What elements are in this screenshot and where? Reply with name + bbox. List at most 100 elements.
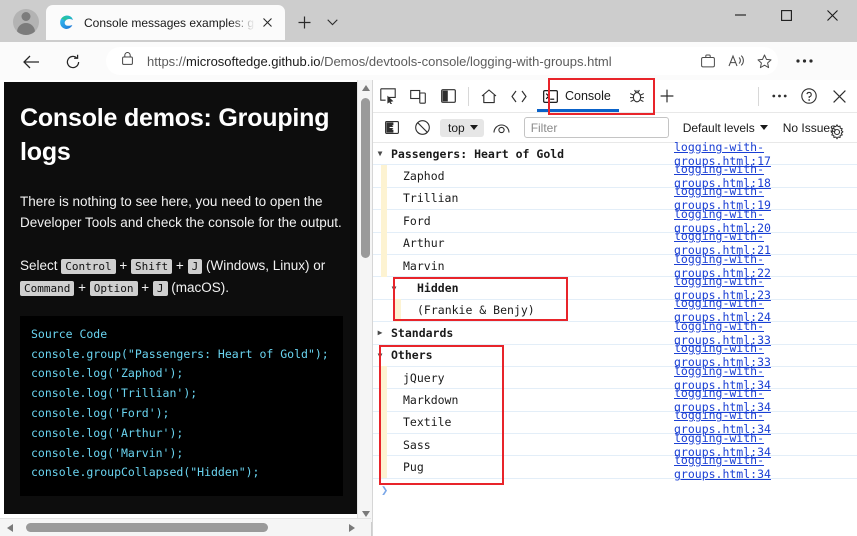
close-devtools-icon[interactable] <box>824 82 854 110</box>
browser-window: Console messages examples: gro https://m… <box>0 0 857 536</box>
elements-code-icon[interactable] <box>504 82 534 110</box>
toolbar-divider-right <box>758 86 759 106</box>
url-bar[interactable]: https://microsoftedge.github.io/Demos/de… <box>106 47 778 75</box>
console-sidebar-icon[interactable] <box>377 114 407 142</box>
console-message-text: Textile <box>403 415 452 430</box>
url-text: https://microsoftedge.github.io/Demos/de… <box>147 53 612 69</box>
new-tab-button[interactable] <box>292 10 316 34</box>
console-message-text: jQuery <box>403 370 445 385</box>
console-message-text: Trillian <box>403 191 459 206</box>
page-hscroll-thumb[interactable] <box>26 523 268 532</box>
profile-button[interactable] <box>10 6 42 38</box>
key-control: Control <box>61 259 116 275</box>
scroll-right-icon[interactable] <box>344 520 360 536</box>
platform-windows: (Windows, Linux) or <box>205 258 326 274</box>
clear-console-icon[interactable] <box>407 114 437 142</box>
window-minimize-button[interactable] <box>718 0 763 30</box>
window-close-button[interactable] <box>810 0 855 30</box>
console-message-text: Markdown <box>403 392 459 407</box>
welcome-home-icon[interactable] <box>474 82 504 110</box>
browser-tab[interactable]: Console messages examples: gro <box>46 5 285 40</box>
browser-settings-button[interactable] <box>790 47 818 75</box>
page-vscroll-thumb[interactable] <box>361 98 370 258</box>
web-page-content: Console demos: Grouping logs There is no… <box>4 82 359 514</box>
console-message-text: Standards <box>391 325 454 340</box>
console-message-text: Arthur <box>403 236 445 251</box>
dock-side-icon[interactable] <box>433 82 463 110</box>
key-command: Command <box>20 281 75 297</box>
chevron-down-icon <box>759 125 768 130</box>
page-vertical-scrollbar[interactable] <box>357 80 372 522</box>
reload-button[interactable] <box>60 49 86 75</box>
console-message-text: Marvin <box>403 258 445 273</box>
page-title: Console demos: Grouping logs <box>20 104 330 166</box>
edge-logo-icon <box>60 15 73 29</box>
console-message-text: Passengers: Heart of Gold <box>391 146 565 161</box>
active-tab-underline <box>537 109 619 112</box>
title-bar: Console messages examples: gro <box>0 0 857 42</box>
toolbar-divider <box>468 86 469 106</box>
console-message-text: Pug <box>403 460 424 475</box>
collections-icon[interactable] <box>694 47 722 75</box>
console-message-text: Ford <box>403 213 431 228</box>
console-message-text: (Frankie & Benjy) <box>417 303 535 318</box>
page-shortcut-line: Select Control + Shift + J (Windows, Lin… <box>20 258 326 297</box>
device-emulation-icon[interactable] <box>403 82 433 110</box>
more-tools-plus-icon[interactable] <box>652 82 682 110</box>
page-horizontal-scrollbar[interactable] <box>0 518 371 536</box>
key-j-win: J <box>187 259 203 275</box>
tab-console-label: Console <box>565 89 611 103</box>
group-collapse-icon[interactable]: ▼ <box>373 149 387 158</box>
page-viewport: Console demos: Grouping logs There is no… <box>0 80 371 536</box>
tab-title: Console messages examples: gro <box>84 15 257 30</box>
chevron-down-icon <box>469 125 478 130</box>
console-terminal-icon <box>543 89 558 103</box>
close-icon[interactable] <box>257 13 277 33</box>
live-expression-icon[interactable] <box>487 114 517 142</box>
platform-mac: (macOS). <box>171 280 230 296</box>
key-shift: Shift <box>131 259 173 275</box>
avatar <box>13 9 39 35</box>
key-option: Option <box>89 281 138 297</box>
help-question-icon[interactable] <box>794 82 824 110</box>
inspect-element-icon[interactable] <box>373 82 403 110</box>
context-selector-label: top <box>448 120 465 135</box>
console-log-list[interactable]: ▼ Passengers: Heart of Gold logging-with-g… <box>373 140 857 534</box>
filter-input[interactable]: Filter <box>523 117 669 138</box>
log-levels-selector[interactable]: Default levels <box>683 121 768 135</box>
console-message-text: Sass <box>403 437 431 452</box>
console-filter-bar: top Filter Default levels No Issues <box>373 113 857 143</box>
shortcut-prefix: Select <box>20 258 58 274</box>
console-source-link[interactable]: logging-with-groups.html:34 <box>674 453 857 481</box>
more-options-icon[interactable] <box>764 82 794 110</box>
code-body: console.group("Passengers: Heart of Gold… <box>31 346 329 480</box>
console-message-text: Hidden <box>417 281 459 296</box>
group-collapse-icon[interactable]: ▼ <box>373 351 387 360</box>
chevron-down-icon[interactable] <box>322 12 342 32</box>
devtools-toolbar-right <box>753 82 854 110</box>
tab-console[interactable]: Console <box>534 81 622 112</box>
window-maximize-button[interactable] <box>764 0 809 30</box>
devtools-panel: Console top Filter Default levels No Iss… <box>372 80 857 536</box>
console-row[interactable]: Pug logging-with-groups.html:34 <box>373 453 857 481</box>
key-j-mac: J <box>152 281 168 297</box>
read-aloud-icon[interactable] <box>722 47 750 75</box>
scroll-up-icon[interactable] <box>358 80 373 96</box>
favorite-star-icon[interactable] <box>750 47 778 75</box>
address-bar: https://microsoftedge.github.io/Demos/de… <box>0 42 857 80</box>
group-expand-icon[interactable]: ▶ <box>373 328 387 337</box>
page-paragraph: There is nothing to see here, you need t… <box>20 193 342 231</box>
console-prompt[interactable]: ❯ <box>373 479 857 501</box>
code-heading: Source Code <box>31 326 108 341</box>
group-collapse-icon[interactable]: ▼ <box>387 284 401 293</box>
lock-icon <box>122 52 133 70</box>
devtools-toolbar: Console <box>373 80 857 113</box>
issues-bug-icon[interactable] <box>622 82 652 110</box>
console-message-text: Zaphod <box>403 169 445 184</box>
back-button[interactable] <box>18 49 44 75</box>
log-levels-label: Default levels <box>682 120 755 135</box>
context-selector[interactable]: top <box>440 118 484 137</box>
console-message-text: Others <box>391 348 433 363</box>
source-code-block: Source Code console.group("Passengers: H… <box>20 315 343 496</box>
scroll-left-icon[interactable] <box>2 520 18 536</box>
